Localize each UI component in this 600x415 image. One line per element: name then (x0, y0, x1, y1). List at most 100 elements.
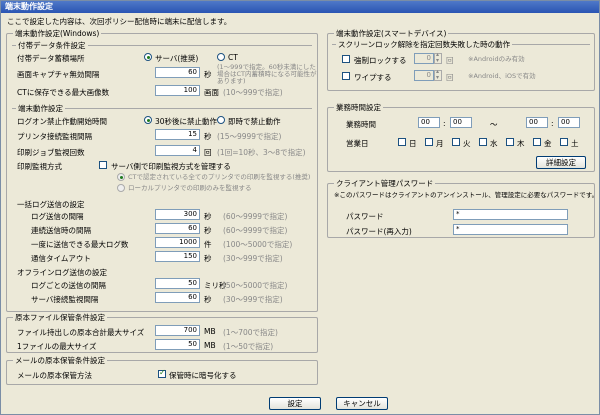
printjob-label: 印刷ジョブ監視回数 (17, 148, 85, 157)
offline-row-input[interactable]: 60 (155, 292, 200, 303)
day-checkbox[interactable] (479, 138, 487, 146)
mail-method-label: メールの原本保管方法 (17, 371, 92, 380)
day-checkbox[interactable] (560, 138, 568, 146)
password-confirm-input[interactable]: * (453, 224, 568, 235)
log-row-unit: 秒 (204, 212, 212, 221)
offline-row-range: (30〜999で指定) (223, 295, 283, 304)
log-row-input[interactable]: 60 (155, 223, 200, 234)
file-row-label: ファイル持出しの原本合計最大サイズ (17, 328, 145, 337)
day-checkbox[interactable] (533, 138, 541, 146)
day-label: 金 (544, 139, 552, 148)
capture-interval-unit: 秒 (204, 70, 212, 79)
mail-encrypt-label: 保管時に暗号化する (169, 371, 237, 380)
log-row-range: (60〜9999で指定) (223, 226, 288, 235)
log-row-input[interactable]: 1000 (155, 237, 200, 248)
wipe-note: ※Android、iOSで有効 (468, 72, 536, 80)
offline-section-title: オフラインログ送信の設定 (17, 268, 107, 277)
intro-text: ここで設定した内容は、次回ポリシー配信時に端末に配信します。 (7, 17, 232, 26)
log-row-input[interactable]: 150 (155, 251, 200, 262)
printer-interval-range: (15〜9999で指定) (217, 132, 282, 141)
logon-immediate-radio[interactable] (217, 116, 225, 124)
password-input[interactable]: * (453, 209, 568, 220)
file-row-input[interactable]: 50 (155, 339, 200, 350)
time-tilde: 〜 (490, 120, 498, 129)
time-to-hour-input[interactable]: 00 (526, 117, 548, 128)
offline-row-label: サーバ接続監視間隔 (31, 295, 99, 304)
logon-immediate-label: 即時で禁止動作 (228, 117, 281, 126)
time-to-minute-input[interactable]: 00 (558, 117, 580, 128)
wipe-checkbox[interactable] (342, 72, 350, 80)
client-password-note: ※このパスワードはクライアントのアンインストール、管理設定に必要なパスワードです… (334, 191, 599, 199)
day-checkbox[interactable] (452, 138, 460, 146)
file-row-unit: MB (204, 341, 216, 350)
day-label: 日 (409, 139, 417, 148)
print-method-checkbox[interactable] (99, 161, 107, 169)
file-row-range: (1〜50で指定) (223, 342, 274, 351)
mail-encrypt-checkbox[interactable] (158, 368, 166, 378)
device-section: 端末動作設定 (12, 103, 312, 114)
day-checkbox[interactable] (398, 138, 406, 146)
print-method-local-radio[interactable] (117, 184, 125, 192)
log-row-unit: 秒 (204, 226, 212, 235)
offline-row-input[interactable]: 50 (155, 278, 200, 289)
business-days-label: 営業日 (346, 139, 369, 148)
screenlock-section: スクリーンロック解除を指定回数失敗した時の動作 (332, 39, 590, 50)
mail-settings-group: メールの原本保管条件設定 メールの原本保管方法 保管時に暗号化する (6, 355, 318, 385)
day-label: 木 (517, 139, 525, 148)
force-lock-note: ※Androidのみ有効 (468, 55, 525, 63)
detail-settings-button[interactable]: 詳細設定 (536, 156, 586, 169)
day-checkbox[interactable] (506, 138, 514, 146)
printjob-unit: 回 (204, 148, 212, 157)
wipe-label: ワイプする (354, 73, 392, 82)
printjob-input[interactable]: 4 (155, 145, 200, 156)
business-hours-title: 業務時間設定 (334, 102, 383, 113)
printjob-range: (1回=10秒、3〜8で指定) (217, 148, 306, 157)
ct-save-unit: 画面 (204, 88, 219, 97)
print-method-all-label: CTで認定されている全てのプリンタでの印刷を監視する(推奨) (128, 173, 311, 181)
ct-save-label: CTに保存できる最大画像数 (17, 88, 110, 97)
print-method-all-radio[interactable] (117, 173, 125, 181)
time-from-minute-input[interactable]: 00 (450, 117, 472, 128)
log-row-unit: 秒 (204, 254, 212, 263)
log-row-input[interactable]: 300 (155, 209, 200, 220)
log-row-label: 一度に送信できる最大ログ数 (31, 240, 129, 249)
file-row-unit: MB (204, 327, 216, 336)
print-method-label: 印刷監視方式 (17, 162, 62, 171)
printer-interval-input[interactable]: 15 (155, 129, 200, 140)
ok-button[interactable]: 設定 (269, 397, 321, 410)
time-from-colon: : (443, 119, 446, 128)
capture-interval-label: 画面キャプチャ無効間隔 (17, 70, 100, 79)
force-lock-count-input[interactable]: 0 (414, 53, 434, 64)
time-from-hour-input[interactable]: 00 (418, 117, 440, 128)
logon-30s-radio[interactable] (144, 116, 152, 124)
file-settings-title: 原本ファイル保管条件設定 (13, 312, 107, 323)
device-section-title: 端末動作設定 (16, 103, 65, 114)
offline-row-range: (50〜5000で指定) (223, 281, 288, 290)
location-ct-label: CT (228, 53, 238, 62)
wipe-count-input[interactable]: 0 (414, 70, 434, 81)
force-lock-unit: 回 (446, 56, 454, 65)
ct-save-input[interactable]: 100 (155, 85, 200, 96)
day-checkbox[interactable] (425, 138, 433, 146)
mail-settings-title: メールの原本保管条件設定 (13, 355, 107, 366)
business-time-label: 業務時間 (346, 120, 376, 129)
day-label: 水 (490, 139, 498, 148)
time-to-colon: : (551, 119, 554, 128)
print-method-local-label: ローカルプリンタでの印刷のみを監視する (128, 184, 252, 192)
day-label: 火 (463, 139, 471, 148)
wipe-spinner[interactable] (434, 68, 442, 81)
printer-interval-unit: 秒 (204, 132, 212, 141)
capture-interval-input[interactable]: 60 (155, 67, 200, 78)
file-row-input[interactable]: 700 (155, 325, 200, 336)
offline-row-label: ログごとの送信の間隔 (31, 281, 106, 290)
force-lock-spinner[interactable] (434, 51, 442, 64)
location-server-radio[interactable] (144, 53, 152, 61)
file-settings-group: 原本ファイル保管条件設定 ファイル持出しの原本合計最大サイズ 700 MB (1… (6, 312, 318, 353)
cancel-button[interactable]: キャンセル (336, 397, 388, 410)
log-row-range: (100〜5000で指定) (223, 240, 293, 249)
logon-30s-label: 30秒後に禁止動作 (155, 117, 218, 126)
windows-settings-title: 端末動作設定(Windows) (13, 28, 102, 39)
client-password-title: クライアント管理パスワード (334, 178, 436, 189)
force-lock-checkbox[interactable] (342, 55, 350, 63)
location-ct-radio[interactable] (217, 53, 225, 61)
